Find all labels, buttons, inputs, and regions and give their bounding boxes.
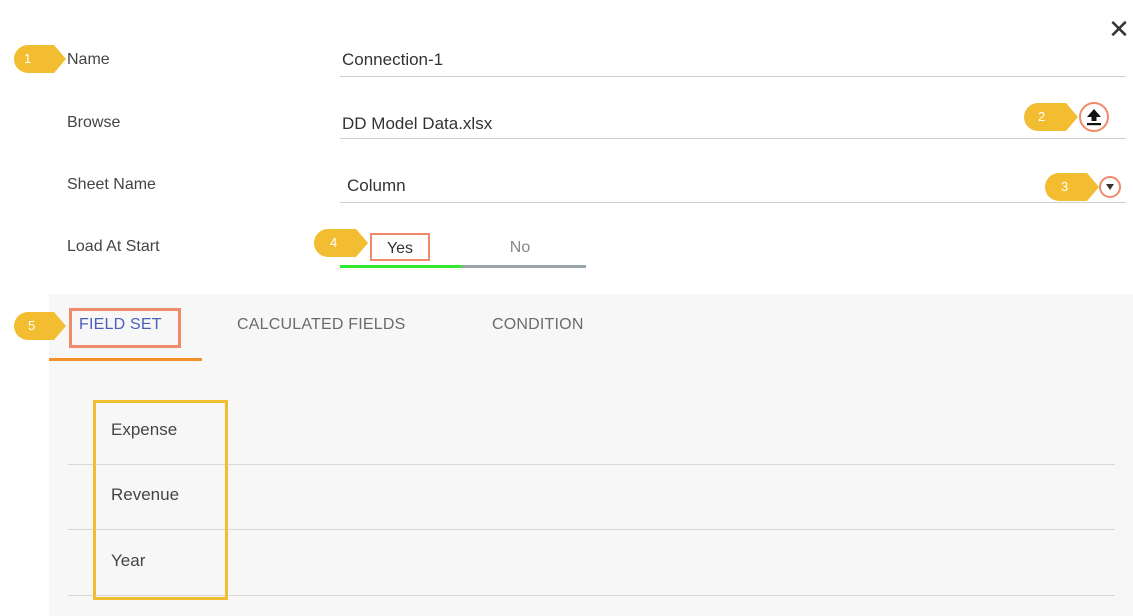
tab-condition[interactable]: CONDITION (492, 316, 584, 334)
sheet-name-label: Sheet Name (67, 176, 156, 193)
upload-button[interactable] (1079, 102, 1109, 132)
toggle-bar-unselected (462, 265, 586, 268)
sheet-name-value: Column (347, 176, 406, 195)
close-icon[interactable]: ✕ (1108, 16, 1130, 42)
browse-value: DD Model Data.xlsx (342, 114, 493, 133)
callout-marker-2: 2 (1024, 103, 1078, 131)
sheet-name-select[interactable]: Column (340, 176, 1126, 203)
name-value: Connection-1 (342, 50, 444, 69)
field-row[interactable]: Year (68, 531, 1115, 596)
toggle-bar-selected (340, 265, 462, 268)
field-name: Revenue (111, 485, 180, 504)
load-at-start-toggle[interactable]: Yes No (340, 233, 586, 269)
field-name: Expense (111, 420, 178, 439)
fields-panel: FIELD SET CALCULATED FIELDS CONDITION Ex… (49, 294, 1133, 616)
callout-marker-1: 1 (14, 45, 66, 73)
upload-icon (1087, 109, 1101, 126)
name-field[interactable]: Connection-1 (340, 50, 1126, 77)
tab-field-set[interactable]: FIELD SET (79, 316, 162, 334)
name-label: Name (67, 51, 110, 68)
callout-marker-3: 3 (1045, 173, 1099, 201)
toggle-yes-option[interactable]: Yes (370, 233, 430, 261)
field-row[interactable]: Revenue (68, 465, 1115, 530)
callout-number: 5 (28, 318, 36, 333)
field-row[interactable]: Expense (68, 400, 1115, 465)
browse-field[interactable]: DD Model Data.xlsx (340, 114, 1126, 139)
browse-label: Browse (67, 114, 121, 131)
sheet-dropdown-button[interactable] (1099, 176, 1121, 198)
toggle-no-option[interactable]: No (490, 233, 550, 263)
callout-number: 1 (24, 51, 32, 66)
tab-calculated-fields[interactable]: CALCULATED FIELDS (237, 316, 405, 334)
callout-number: 3 (1061, 179, 1069, 194)
active-tab-indicator (49, 358, 202, 361)
chevron-down-icon (1106, 184, 1114, 190)
callout-number: 2 (1038, 109, 1046, 124)
callout-number: 4 (330, 235, 338, 250)
field-name: Year (111, 551, 146, 570)
callout-marker-5: 5 (14, 312, 66, 340)
load-at-start-label: Load At Start (67, 238, 160, 255)
